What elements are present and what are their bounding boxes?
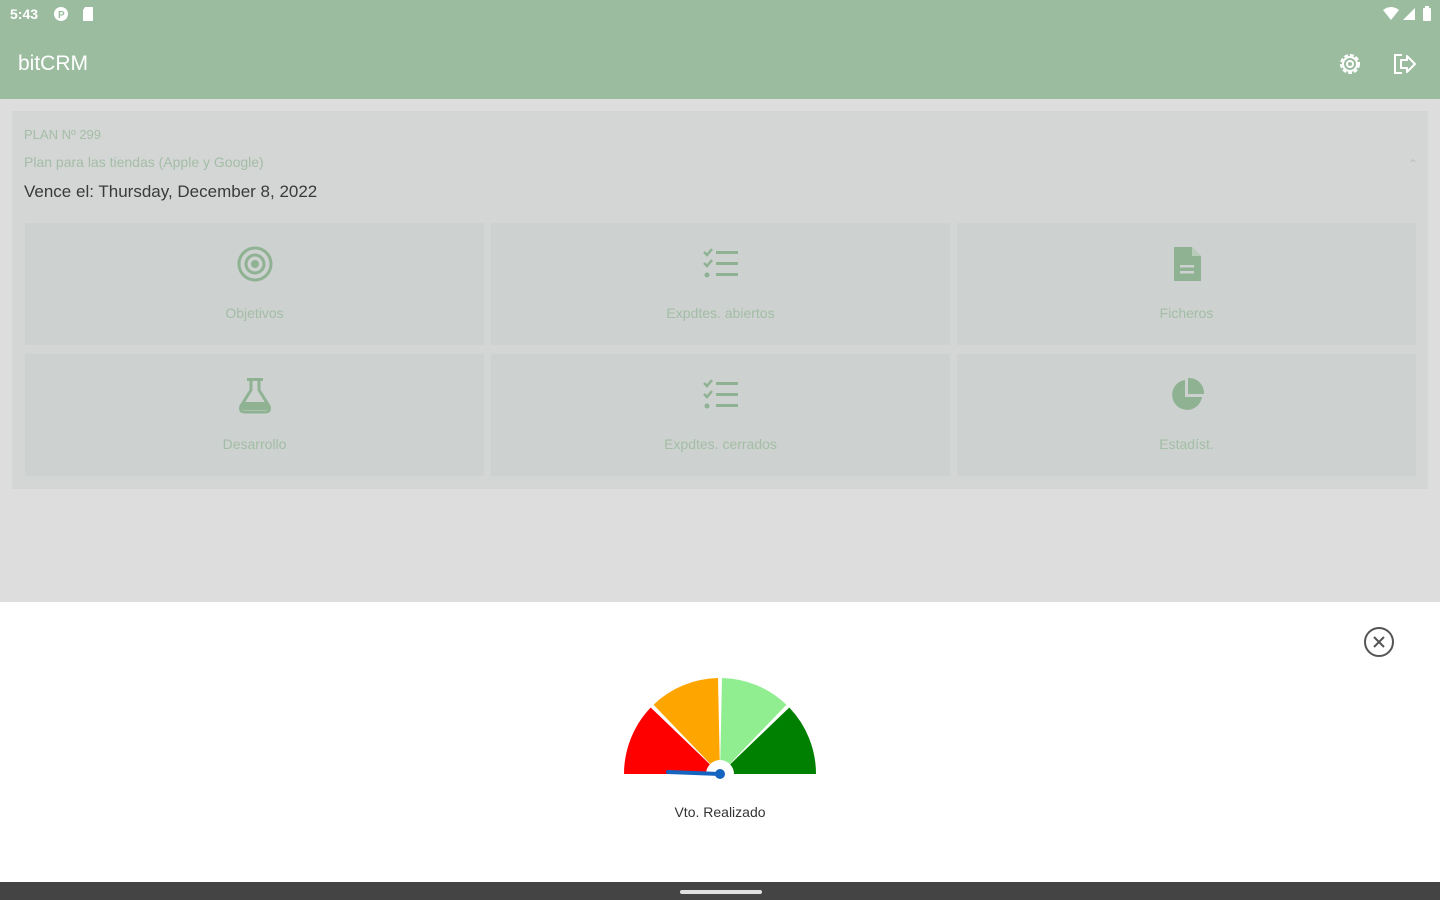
tile-label: Objetivos [225, 305, 284, 321]
tile-estadist[interactable]: Estadíst. [957, 354, 1416, 476]
tile-label: Expdtes. abiertos [666, 305, 775, 321]
bottom-sheet: Vto. Realizado [0, 602, 1440, 882]
checklist-icon [703, 248, 738, 278]
checklist-icon [703, 379, 738, 409]
tile-objetivos[interactable]: Objetivos [25, 223, 484, 345]
settings-icon[interactable] [1336, 50, 1364, 78]
tile-label: Expdtes. cerrados [664, 436, 777, 452]
close-icon[interactable] [1363, 626, 1395, 658]
tile-expdtes-cerrados[interactable]: Expdtes. cerrados [491, 354, 950, 476]
tile-ficheros[interactable]: Ficheros [957, 223, 1416, 345]
main-content: PLAN Nº 299 Plan para las tiendas (Apple… [0, 99, 1440, 602]
plan-expiry: Vence el: Thursday, December 8, 2022 [24, 182, 318, 201]
sync-icon: P [54, 7, 68, 21]
sd-card-icon [83, 7, 93, 21]
pie-chart-icon [1172, 377, 1205, 410]
tile-label: Desarrollo [222, 436, 287, 452]
battery-icon [1423, 6, 1431, 21]
plan-number: PLAN Nº 299 [24, 127, 102, 142]
svg-text:P: P [58, 10, 65, 21]
app-bar: bitCRM [0, 28, 1440, 99]
app-title: bitCRM [18, 52, 89, 75]
target-icon [237, 246, 273, 282]
tile-desarrollo[interactable]: Desarrollo [25, 354, 484, 476]
status-bar: 5:43 P [0, 0, 1440, 28]
gauge-chart [624, 678, 816, 786]
logout-icon[interactable] [1390, 50, 1418, 78]
flask-icon [239, 378, 271, 414]
wifi-icon [1383, 7, 1399, 20]
gauge-label: Vto. Realizado [674, 804, 766, 820]
status-time: 5:43 [10, 6, 39, 22]
plan-description: Plan para las tiendas (Apple y Google) [24, 154, 264, 170]
home-handle[interactable] [680, 890, 762, 894]
plan-card: PLAN Nº 299 Plan para las tiendas (Apple… [12, 111, 1428, 489]
gauge-needle [666, 770, 722, 776]
tile-expdtes-abiertos[interactable]: Expdtes. abiertos [491, 223, 950, 345]
tile-label: Ficheros [1159, 305, 1214, 321]
chevron-up-icon[interactable]: ⌃ [1408, 157, 1418, 171]
gauge-needle-pivot [715, 769, 725, 779]
document-icon [1174, 247, 1201, 281]
tile-label: Estadíst. [1159, 436, 1214, 452]
signal-icon [1403, 8, 1415, 20]
navigation-bar [0, 882, 1440, 900]
